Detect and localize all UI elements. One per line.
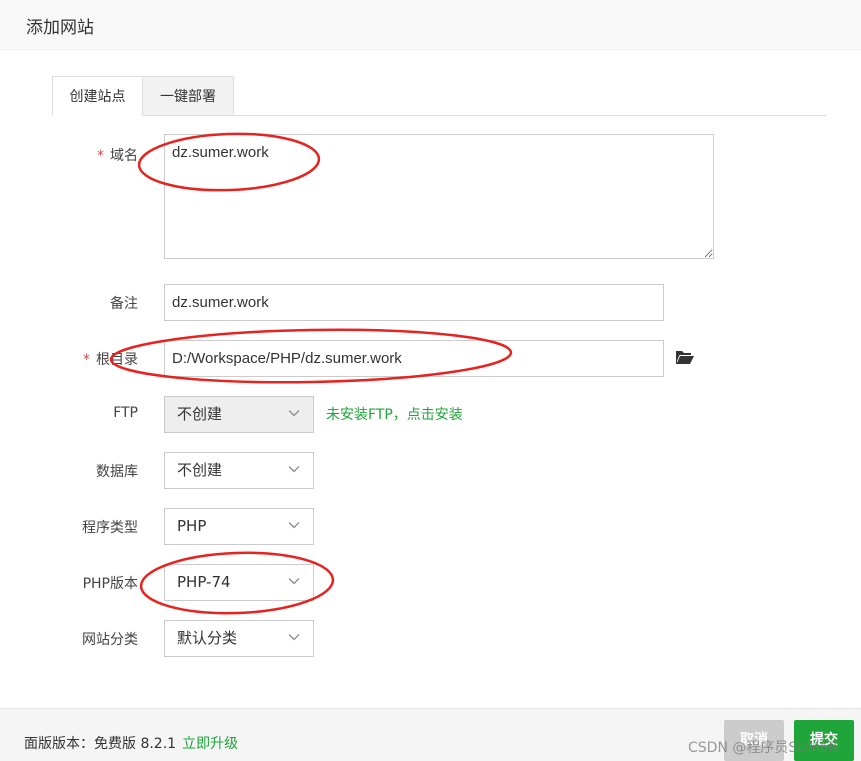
- tab-one-click-deploy[interactable]: 一键部署: [142, 76, 234, 116]
- chevron-down-icon: [289, 634, 299, 641]
- program-type-select-value: PHP: [177, 517, 207, 535]
- panel-version-text: 面版版本：免费版 8.2.1: [24, 736, 177, 752]
- ftp-select-value: 不创建: [177, 405, 223, 423]
- php-version-select-value: PHP-74: [177, 573, 231, 591]
- site-category-select-value: 默认分类: [177, 629, 238, 647]
- required-mark: *: [97, 148, 104, 164]
- tab-bar: 创建站点 一键部署: [52, 76, 826, 116]
- panel-version: 面版版本：免费版 8.2.1 立即升级: [24, 733, 238, 753]
- domain-textarea[interactable]: [164, 134, 714, 259]
- database-label: 数据库: [96, 464, 138, 480]
- remark-label: 备注: [110, 296, 138, 312]
- database-select-value: 不创建: [177, 461, 223, 479]
- chevron-down-icon: [289, 466, 299, 473]
- folder-open-icon[interactable]: [676, 350, 694, 365]
- watermark: CSDN @程序员SUMER: [688, 740, 839, 756]
- php-version-select[interactable]: PHP-74: [164, 564, 314, 601]
- install-ftp-link[interactable]: 未安装FTP，点击安装: [326, 404, 463, 424]
- ftp-select[interactable]: 不创建: [164, 396, 314, 433]
- site-category-select[interactable]: 默认分类: [164, 620, 314, 657]
- chevron-down-icon: [289, 522, 299, 529]
- upgrade-link[interactable]: 立即升级: [182, 736, 238, 752]
- chevron-down-icon: [289, 410, 299, 417]
- program-type-select[interactable]: PHP: [164, 508, 314, 545]
- dialog-title: 添加网站: [26, 18, 94, 38]
- program-type-label: 程序类型: [82, 520, 138, 536]
- root-dir-label: * 根目录: [83, 352, 138, 368]
- root-dir-input[interactable]: [164, 340, 664, 377]
- chevron-down-icon: [289, 578, 299, 585]
- php-version-label: PHP版本: [82, 576, 138, 592]
- remark-input[interactable]: [164, 284, 664, 321]
- dialog-header: 添加网站: [0, 0, 861, 50]
- domain-label: * 域名: [97, 148, 138, 164]
- database-select[interactable]: 不创建: [164, 452, 314, 489]
- required-mark: *: [83, 352, 90, 368]
- site-category-label: 网站分类: [82, 632, 138, 648]
- tab-create-site[interactable]: 创建站点: [52, 76, 143, 116]
- ftp-label: FTP: [113, 405, 138, 421]
